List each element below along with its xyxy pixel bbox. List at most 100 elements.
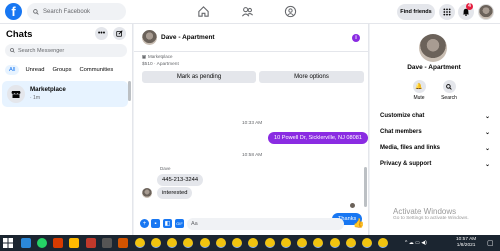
section-customize-chat[interactable]: Customize chat ⌄ — [380, 113, 490, 120]
top-navigation-bar: f Search Facebook Find friends 4 — [0, 0, 500, 24]
taskbar-chrome-icon[interactable] — [232, 238, 242, 248]
outgoing-message[interactable]: 10 Powell Dr, Sicklerville, NJ 08081 — [268, 132, 368, 144]
conversation-header: Dave - Apartment i — [134, 24, 369, 52]
sender-avatar — [142, 188, 152, 198]
timestamp: 10:58 AM — [242, 153, 263, 158]
filter-communities[interactable]: Communities — [77, 65, 115, 75]
compose-icon — [116, 30, 123, 37]
taskbar-app-icon[interactable] — [118, 238, 128, 248]
section-label: Privacy & support — [380, 161, 432, 167]
system-tray-icons[interactable]: ^ ☁ ▭ ◀) — [405, 240, 445, 246]
taskbar-chrome-icon[interactable] — [135, 238, 145, 248]
taskbar-chrome-icon[interactable] — [346, 238, 356, 248]
filter-groups[interactable]: Groups — [50, 65, 73, 75]
section-media-files-links[interactable]: Media, files and links ⌄ — [380, 145, 490, 152]
search-icon — [33, 8, 39, 15]
info-icon[interactable]: i — [352, 34, 360, 42]
taskbar-chrome-icon[interactable] — [362, 238, 372, 248]
section-label: Media, files and links — [380, 145, 441, 151]
sticker-icon[interactable]: ◧ — [163, 219, 172, 228]
add-icon[interactable]: + — [140, 219, 149, 228]
watermark-title: Activate Windows — [393, 207, 457, 216]
search-icon — [442, 80, 456, 93]
thumbs-up-icon[interactable]: 👍 — [353, 218, 364, 229]
section-label: Chat members — [380, 129, 422, 135]
taskbar-folder-icon[interactable] — [69, 238, 79, 248]
details-avatar[interactable] — [419, 34, 447, 62]
chats-title: Chats — [6, 29, 33, 40]
taskbar-chrome-icon[interactable] — [330, 238, 340, 248]
conversation-title[interactable]: Dave - Apartment — [161, 34, 215, 41]
facebook-logo-icon[interactable]: f — [5, 3, 22, 20]
gif-icon[interactable]: GIF — [175, 219, 184, 228]
taskbar-chrome-icon[interactable] — [313, 238, 323, 248]
mark-as-pending-button[interactable]: Mark as pending — [142, 71, 256, 83]
filter-unread[interactable]: Unread — [23, 65, 46, 75]
messenger-search-input[interactable]: Search Messenger — [5, 44, 127, 57]
taskbar-chrome-icon[interactable] — [297, 238, 307, 248]
section-label: Customize chat — [380, 113, 425, 119]
sidebar-scrollbar[interactable] — [128, 81, 131, 101]
listing-price: $510 · Apartment — [142, 62, 179, 67]
incoming-message[interactable]: interested — [157, 187, 193, 199]
windows-start-icon[interactable] — [3, 238, 13, 248]
taskbar-chrome-icon[interactable] — [265, 238, 275, 248]
chats-options-button[interactable]: ••• — [95, 27, 108, 40]
filter-all[interactable]: All — [5, 65, 20, 75]
chevron-down-icon: ⌄ — [484, 130, 490, 136]
home-icon[interactable] — [197, 5, 210, 18]
section-privacy-support[interactable]: Privacy & support ⌄ — [380, 161, 490, 168]
conversation-name: Marketplace — [30, 86, 66, 93]
search-icon — [10, 48, 15, 53]
taskbar-whatsapp-icon[interactable] — [37, 238, 47, 248]
clock-date: 1/8/2021 — [456, 243, 476, 248]
friends-icon[interactable] — [241, 5, 254, 18]
menu-grid-button[interactable] — [439, 4, 455, 20]
notification-badge: 4 — [466, 3, 473, 10]
taskbar-app-icon[interactable] — [53, 238, 63, 248]
chevron-down-icon: ⌄ — [484, 114, 490, 120]
mute-label: Mute — [413, 95, 425, 101]
taskbar-chrome-icon[interactable] — [378, 238, 388, 248]
contact-avatar[interactable] — [142, 30, 157, 45]
message-input[interactable]: Aa — [187, 218, 344, 230]
taskbar-app-icon[interactable] — [21, 238, 31, 248]
new-message-button[interactable] — [113, 27, 126, 40]
marketplace-small-icon — [142, 55, 146, 59]
grid-icon — [443, 8, 451, 16]
conversation-time: · 1m — [30, 95, 40, 101]
photo-icon[interactable]: ▪ — [151, 219, 160, 228]
conversation-item-marketplace[interactable]: Marketplace · 1m — [2, 81, 128, 107]
search-action[interactable]: Search — [434, 80, 464, 101]
taskbar-app-icon[interactable] — [102, 238, 112, 248]
facebook-search-input[interactable]: Search Facebook — [27, 3, 126, 20]
marketplace-label: Marketplace — [148, 54, 173, 59]
mute-action[interactable]: 🔔 Mute — [404, 80, 434, 101]
taskbar-clock[interactable]: 10:57 AM 1/8/2021 — [456, 237, 476, 249]
taskbar-app-icon[interactable] — [86, 238, 96, 248]
taskbar-chrome-icon[interactable] — [167, 238, 177, 248]
taskbar-chrome-icon[interactable] — [151, 238, 161, 248]
facebook-search-placeholder: Search Facebook — [43, 8, 91, 15]
taskbar-chrome-icon[interactable] — [183, 238, 193, 248]
activate-windows-watermark: Activate Windows Go to Settings to activ… — [393, 207, 469, 221]
taskbar-chrome-icon[interactable] — [216, 238, 226, 248]
groups-icon[interactable] — [284, 5, 297, 18]
section-chat-members[interactable]: Chat members ⌄ — [380, 129, 490, 136]
chat-filters: All Unread Groups Communities — [5, 65, 115, 75]
taskbar-chrome-icon[interactable] — [200, 238, 210, 248]
taskbar-chrome-icon[interactable] — [248, 238, 258, 248]
incoming-message[interactable]: 445-213-3244 — [157, 174, 204, 186]
marketplace-listing-card: Marketplace $510 · Apartment Mark as pen… — [142, 54, 364, 84]
more-options-button[interactable]: More options — [259, 71, 364, 83]
timestamp: 10:33 AM — [242, 121, 263, 126]
search-label: Search — [441, 95, 457, 101]
bell-icon: 🔔 — [412, 80, 426, 93]
read-receipt-avatar — [350, 203, 355, 208]
more-dots-icon: ••• — [97, 30, 106, 37]
taskbar-chrome-icon[interactable] — [281, 238, 291, 248]
find-friends-button[interactable]: Find friends — [397, 4, 435, 20]
account-avatar[interactable] — [478, 4, 494, 20]
conversation-scrollbar[interactable] — [364, 167, 367, 207]
notifications-center-icon[interactable]: ▢ — [487, 239, 495, 247]
